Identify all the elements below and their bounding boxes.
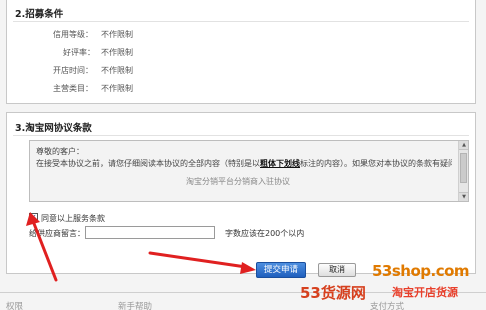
submit-application-button[interactable]: 提交申请 bbox=[256, 262, 306, 278]
condition-value: 不作限制 bbox=[101, 84, 133, 93]
protocol-text-box[interactable]: 尊敬的客户： 在接受本协议之前，请您仔细阅读本协议的全部内容（特别是以粗体下划线… bbox=[29, 140, 469, 202]
condition-value: 不作限制 bbox=[101, 66, 133, 75]
condition-row-open-time: 开店时间： 不作限制 bbox=[7, 65, 307, 77]
condition-value: 不作限制 bbox=[101, 30, 133, 39]
condition-row-category: 主营类目： 不作限制 bbox=[7, 83, 307, 95]
footer-tab[interactable]: 权限 bbox=[6, 300, 23, 310]
supplier-message-label: 给供应商留言： bbox=[29, 229, 85, 238]
protocol-greeting: 尊敬的客户： bbox=[36, 147, 84, 156]
supplier-message-row: 给供应商留言： 字数应该在200个以内 bbox=[29, 226, 469, 240]
agree-terms-label[interactable]: 同意以上服务条款 bbox=[41, 213, 105, 224]
condition-row-credit: 信用等级： 不作限制 bbox=[7, 29, 307, 41]
footer-tab[interactable]: 支付方式 bbox=[370, 300, 404, 310]
divider bbox=[13, 135, 469, 136]
divider bbox=[13, 21, 469, 22]
condition-label: 主营类目： bbox=[53, 84, 93, 93]
condition-label: 开店时间： bbox=[53, 66, 93, 75]
section-title-protocol: 3.淘宝网协议条款 bbox=[15, 123, 92, 134]
scroll-down-arrow-icon[interactable]: ▼ bbox=[459, 192, 468, 201]
protocol-scrollbar[interactable]: ▲ ▼ bbox=[458, 141, 468, 201]
condition-label: 好评率： bbox=[63, 48, 95, 57]
cancel-button[interactable]: 取消 bbox=[318, 263, 356, 277]
protocol-agreement-title: 淘宝分销平台分销商入驻协议 bbox=[186, 177, 290, 186]
watermark-slogan: 淘宝开店货源 bbox=[392, 286, 458, 299]
agree-terms-checkbox[interactable]: ✓ bbox=[29, 213, 38, 222]
condition-value: 不作限制 bbox=[101, 48, 133, 57]
watermark-brand: 53货源网 bbox=[300, 284, 366, 302]
supplier-message-hint: 字数应该在200个以内 bbox=[225, 229, 305, 238]
condition-row-rating: 好评率： 不作限制 bbox=[7, 47, 307, 59]
protocol-body-bold: 粗体下划线 bbox=[260, 159, 300, 168]
protocol-body: 在接受本协议之前，请您仔细阅读本协议的全部内容（特别是以粗体下划线标注的内容）。… bbox=[36, 158, 452, 170]
protocol-body-pre: 在接受本协议之前，请您仔细阅读本协议的全部内容（特别是以 bbox=[36, 159, 260, 168]
protocol-body-post: 标注的内容）。如果您对本协议的条款有疑问的 bbox=[300, 159, 452, 168]
condition-label: 信用等级： bbox=[53, 30, 93, 39]
footer-tab[interactable]: 新手帮助 bbox=[118, 300, 152, 310]
protocol-text: 尊敬的客户： 在接受本协议之前，请您仔细阅读本协议的全部内容（特别是以粗体下划线… bbox=[36, 146, 452, 188]
scroll-up-arrow-icon[interactable]: ▲ bbox=[459, 141, 468, 150]
recruitment-conditions-panel: 2.招募条件 信用等级： 不作限制 好评率： 不作限制 开店时间： 不作限制 主… bbox=[6, 0, 476, 104]
scroll-thumb[interactable] bbox=[460, 153, 467, 183]
supplier-message-input[interactable] bbox=[85, 226, 215, 239]
watermark-url: 53shop.com bbox=[372, 262, 470, 280]
protocol-panel: 3.淘宝网协议条款 尊敬的客户： 在接受本协议之前，请您仔细阅读本协议的全部内容… bbox=[6, 112, 476, 274]
section-title-conditions: 2.招募条件 bbox=[15, 9, 64, 20]
